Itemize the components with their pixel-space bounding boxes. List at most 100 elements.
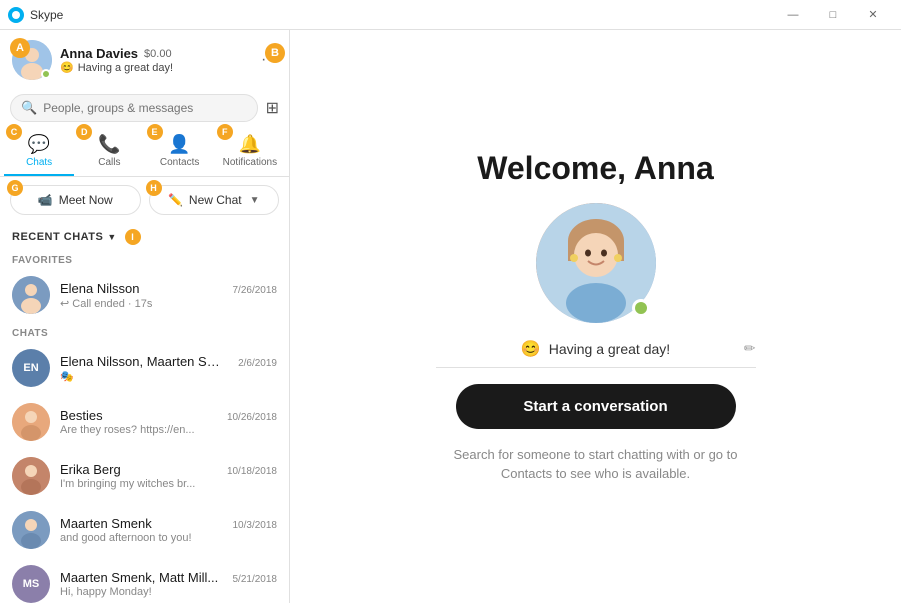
avatar: EN bbox=[12, 349, 50, 387]
badge-f: F bbox=[217, 124, 233, 140]
app-title: Skype bbox=[30, 8, 63, 22]
contacts-icon: 👤 bbox=[168, 134, 190, 155]
tab-notifications[interactable]: F 🔔 Notifications bbox=[215, 128, 285, 176]
welcome-title: Welcome, Anna bbox=[477, 150, 714, 187]
notifications-icon: 🔔 bbox=[239, 134, 261, 155]
chat-preview: ↩ Call ended · 17s bbox=[60, 297, 277, 310]
main-panel: Welcome, Anna bbox=[290, 30, 901, 603]
tab-contacts[interactable]: E 👤 Contacts bbox=[145, 128, 215, 176]
avatar bbox=[12, 457, 50, 495]
chat-top: Elena Nilsson 7/26/2018 bbox=[60, 281, 277, 296]
status-emoji: 😊 bbox=[60, 61, 74, 74]
chat-top: Elena Nilsson, Maarten Sm... 2/6/2019 bbox=[60, 354, 277, 369]
contacts-label: Contacts bbox=[160, 157, 199, 168]
chat-date: 2/6/2019 bbox=[238, 358, 277, 369]
search-bar: 🔍 ⊞ bbox=[0, 88, 289, 128]
chat-date: 7/26/2018 bbox=[233, 285, 278, 296]
chat-name: Elena Nilsson, Maarten Sm... bbox=[60, 354, 220, 369]
chat-top: Besties 10/26/2018 bbox=[60, 408, 277, 423]
badge-h: H bbox=[146, 180, 162, 196]
chat-content: Elena Nilsson, Maarten Sm... 2/6/2019 🎭 bbox=[60, 354, 277, 383]
chat-name: Maarten Smenk, Matt Mill... bbox=[60, 570, 218, 585]
minimize-button[interactable]: — bbox=[773, 0, 813, 30]
edit-status-icon[interactable]: ✏ bbox=[744, 340, 756, 357]
search-icon: 🔍 bbox=[21, 100, 37, 116]
new-chat-button[interactable]: H ✏️ New Chat ▼ bbox=[149, 185, 280, 215]
profile-header: A Anna Davies $0.00 bbox=[0, 30, 289, 88]
chat-content: Besties 10/26/2018 Are they roses? https… bbox=[60, 408, 277, 436]
skype-icon bbox=[8, 7, 24, 23]
tab-calls[interactable]: D 📞 Calls bbox=[74, 128, 144, 176]
badge-b: B bbox=[265, 43, 285, 63]
chat-preview: and good afternoon to you! bbox=[60, 532, 277, 544]
list-item[interactable]: MS Maarten Smenk, Matt Mill... 5/21/2018… bbox=[0, 557, 289, 603]
new-chat-icon: ✏️ bbox=[168, 193, 183, 207]
chat-name: Erika Berg bbox=[60, 462, 121, 477]
favorites-label: FAVORITES bbox=[0, 249, 289, 268]
welcome-description: Search for someone to start chatting wit… bbox=[446, 445, 746, 484]
profile-status: 😊 Having a great day! bbox=[60, 61, 173, 74]
badge-d: D bbox=[76, 124, 92, 140]
online-indicator bbox=[41, 69, 51, 79]
badge-a: A bbox=[10, 38, 30, 58]
welcome-online-indicator bbox=[632, 299, 650, 317]
main-layout: A Anna Davies $0.00 bbox=[0, 30, 901, 603]
meet-now-label: Meet Now bbox=[59, 193, 113, 207]
chat-content: Erika Berg 10/18/2018 I'm bringing my wi… bbox=[60, 462, 277, 490]
avatar-initials: EN bbox=[23, 362, 38, 374]
chats-section-label: CHATS bbox=[0, 322, 289, 341]
chat-date: 10/3/2018 bbox=[233, 520, 278, 531]
chat-name: Maarten Smenk bbox=[60, 516, 152, 531]
list-item[interactable]: Maarten Smenk 10/3/2018 and good afterno… bbox=[0, 503, 289, 557]
chat-top: Maarten Smenk, Matt Mill... 5/21/2018 bbox=[60, 570, 277, 585]
status-text: Having a great day! bbox=[78, 62, 173, 74]
search-wrapper[interactable]: 🔍 bbox=[10, 94, 258, 122]
badge-g: G bbox=[7, 180, 23, 196]
maximize-button[interactable]: □ bbox=[813, 0, 853, 30]
profile-info: Anna Davies $0.00 😊 Having a great day! bbox=[60, 46, 173, 74]
chat-name: Besties bbox=[60, 408, 103, 423]
chat-preview: 🎭 bbox=[60, 370, 277, 383]
badge-i: I bbox=[125, 229, 141, 245]
profile-left: A Anna Davies $0.00 bbox=[12, 40, 173, 80]
chat-preview: I'm bringing my witches br... bbox=[60, 478, 277, 490]
list-item[interactable]: EN Elena Nilsson, Maarten Sm... 2/6/2019… bbox=[0, 341, 289, 395]
badge-c: C bbox=[6, 124, 22, 140]
search-input[interactable] bbox=[43, 101, 246, 115]
recent-chats-label: RECENT CHATS bbox=[12, 231, 103, 243]
meet-now-button[interactable]: G 📹 Meet Now bbox=[10, 185, 141, 215]
badge-e: E bbox=[147, 124, 163, 140]
start-conversation-button[interactable]: Start a conversation bbox=[456, 384, 736, 429]
list-item[interactable]: Elena Nilsson 7/26/2018 ↩ Call ended · 1… bbox=[0, 268, 289, 322]
calls-icon: 📞 bbox=[98, 134, 120, 155]
chat-content: Maarten Smenk 10/3/2018 and good afterno… bbox=[60, 516, 277, 544]
close-button[interactable]: ✕ bbox=[853, 0, 893, 30]
welcome-status-emoji: 😊 bbox=[521, 339, 541, 359]
grid-icon[interactable]: ⊞ bbox=[266, 98, 279, 118]
list-item[interactable]: Erika Berg 10/18/2018 I'm bringing my wi… bbox=[0, 449, 289, 503]
chat-date: 10/26/2018 bbox=[227, 412, 277, 423]
chat-date: 10/18/2018 bbox=[227, 466, 277, 477]
nav-tabs: C 💬 Chats D 📞 Calls E 👤 Contacts F 🔔 Not… bbox=[0, 128, 289, 177]
chat-date: 5/21/2018 bbox=[233, 574, 278, 585]
chat-content: Maarten Smenk, Matt Mill... 5/21/2018 Hi… bbox=[60, 570, 277, 598]
action-buttons: G 📹 Meet Now H ✏️ New Chat ▼ bbox=[0, 177, 289, 223]
chat-top: Maarten Smenk 10/3/2018 bbox=[60, 516, 277, 531]
titlebar-left: Skype bbox=[8, 7, 63, 23]
tab-chats[interactable]: C 💬 Chats bbox=[4, 128, 74, 176]
welcome-avatar-container bbox=[536, 203, 656, 323]
chats-label: Chats bbox=[26, 157, 52, 168]
window-controls: — □ ✕ bbox=[773, 0, 893, 30]
status-row: 😊 Having a great day! ✏ bbox=[436, 339, 756, 368]
chat-name: Elena Nilsson bbox=[60, 281, 140, 296]
profile-name: Anna Davies bbox=[60, 46, 138, 61]
avatar bbox=[12, 511, 50, 549]
list-item[interactable]: Besties 10/26/2018 Are they roses? https… bbox=[0, 395, 289, 449]
chat-top: Erika Berg 10/18/2018 bbox=[60, 462, 277, 477]
profile-balance: $0.00 bbox=[144, 48, 172, 60]
sidebar: A Anna Davies $0.00 bbox=[0, 30, 290, 603]
notifications-label: Notifications bbox=[223, 157, 277, 168]
avatar bbox=[12, 276, 50, 314]
chat-preview: Are they roses? https://en... bbox=[60, 424, 277, 436]
calls-label: Calls bbox=[98, 157, 120, 168]
